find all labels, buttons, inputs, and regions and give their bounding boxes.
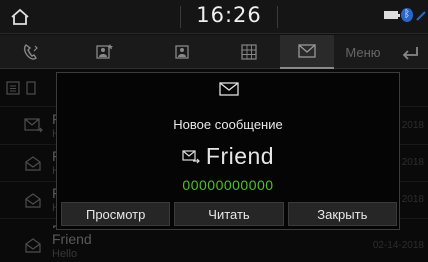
tab-contacts[interactable]: [146, 35, 218, 69]
clock: 16:26: [196, 3, 262, 27]
new-message-popup: Новое сообщение Friend 00000000000 Просм…: [56, 72, 400, 230]
contacts-icon: [175, 45, 189, 59]
status-separator: [180, 6, 181, 28]
sender-name: Friend: [205, 143, 275, 169]
tab-bar: Меню: [0, 35, 428, 69]
messages-icon: [298, 44, 316, 58]
popup-buttons: Просмотр Читать Закрыть: [61, 202, 397, 226]
sender-number: 00000000000: [182, 177, 274, 193]
dial-pad-icon: [241, 44, 257, 60]
screen: 16:26 ᛒ Меню 2018 2018 2018 Friend Hello…: [0, 0, 428, 262]
bluetooth-icon: ᛒ: [401, 8, 413, 22]
tab-messages[interactable]: [280, 35, 334, 69]
signal-icon: [416, 11, 426, 21]
menu-button[interactable]: Меню: [334, 35, 392, 69]
message-unread-icon: [182, 149, 200, 163]
envelope-icon: [219, 82, 239, 96]
view-button[interactable]: Просмотр: [61, 202, 171, 226]
read-button[interactable]: Читать: [174, 202, 284, 226]
sender: Friend: [57, 143, 399, 170]
menu-label: Меню: [345, 44, 381, 60]
call-history-icon: [23, 44, 38, 60]
popup-title: Новое сообщение: [173, 117, 283, 132]
close-button[interactable]: Закрыть: [287, 202, 397, 226]
tab-call-history[interactable]: [0, 35, 62, 69]
home-icon: [11, 8, 29, 25]
battery-icon: [384, 11, 400, 19]
status-icons: ᛒ: [384, 8, 426, 22]
home-button[interactable]: [6, 4, 34, 30]
status-bar: 16:26 ᛒ: [0, 0, 428, 34]
tab-dial-pad[interactable]: [218, 35, 280, 69]
status-separator: [277, 6, 278, 28]
tab-favorites[interactable]: [62, 35, 146, 69]
favorites-icon: [96, 44, 113, 59]
back-icon: [402, 47, 418, 60]
back-button[interactable]: [392, 35, 428, 69]
